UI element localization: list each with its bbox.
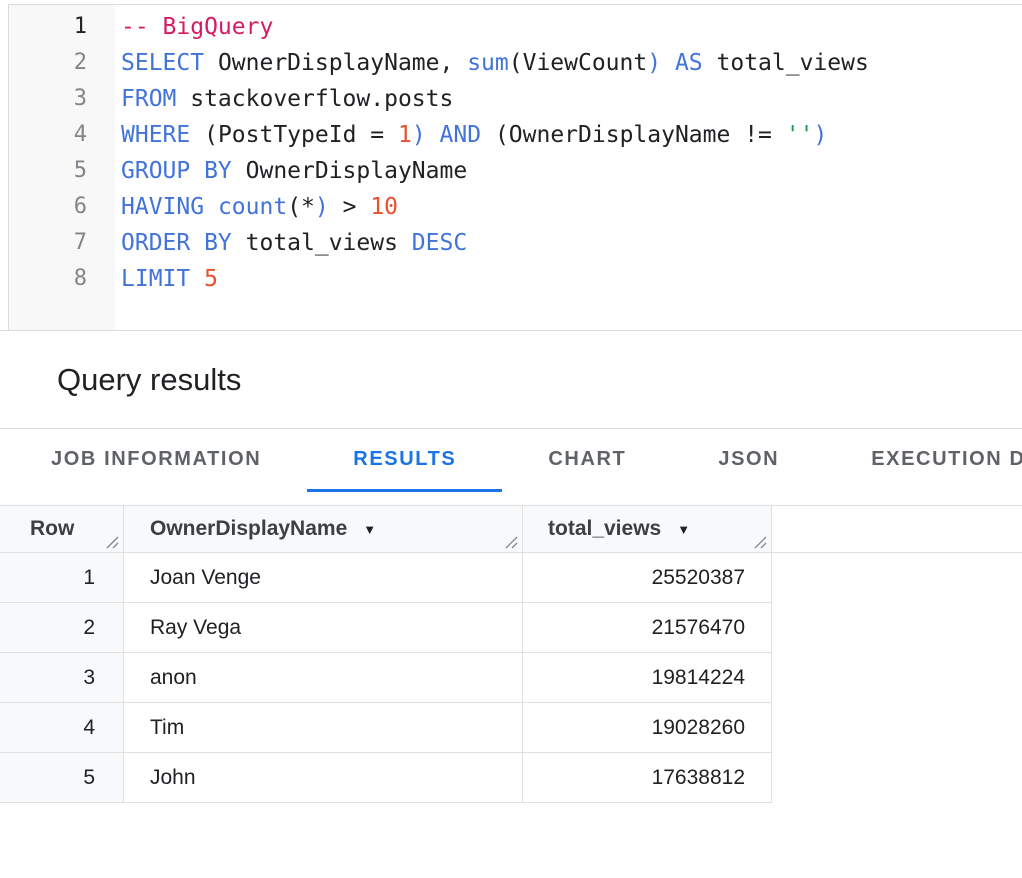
code-token-plain: (* bbox=[287, 194, 315, 220]
total-views-cell: 19028260 bbox=[523, 703, 772, 753]
code-token-plain: (PostTypeId = bbox=[190, 122, 398, 148]
column-resize-handle-icon[interactable] bbox=[754, 536, 767, 549]
column-header-label: OwnerDisplayName bbox=[150, 517, 347, 541]
total-views-cell: 19814224 bbox=[523, 653, 772, 703]
total-views-cell: 17638812 bbox=[523, 753, 772, 803]
code-token-kw: ) bbox=[315, 194, 329, 220]
code-token-num: 1 bbox=[398, 122, 412, 148]
line-number: 8 bbox=[9, 261, 115, 297]
code-line[interactable]: FROM stackoverflow.posts bbox=[121, 81, 869, 117]
code-token-plain: > bbox=[329, 194, 371, 220]
code-token-num: 5 bbox=[204, 266, 218, 292]
tab-results[interactable]: RESULTS bbox=[307, 429, 502, 492]
column-resize-handle-icon[interactable] bbox=[505, 536, 518, 549]
code-token-str: '' bbox=[786, 122, 814, 148]
code-area[interactable]: -- BigQuerySELECT OwnerDisplayName, sum(… bbox=[115, 5, 869, 330]
tab-chart[interactable]: CHART bbox=[502, 429, 672, 492]
code-token-plain: total_views bbox=[232, 230, 412, 256]
code-token-plain bbox=[426, 122, 440, 148]
code-token-kw: ) bbox=[647, 50, 661, 76]
row-number-cell: 3 bbox=[0, 653, 124, 703]
code-token-plain bbox=[204, 194, 218, 220]
row-number-cell: 4 bbox=[0, 703, 124, 753]
line-number-gutter: 12345678 bbox=[9, 5, 115, 330]
code-token-kw: ) bbox=[412, 122, 426, 148]
query-results-title: Query results bbox=[57, 362, 241, 398]
owner-display-name-cell: Ray Vega bbox=[124, 603, 523, 653]
code-token-kw: LIMIT bbox=[121, 266, 190, 292]
code-token-kw: count bbox=[218, 194, 287, 220]
code-token-plain bbox=[661, 50, 675, 76]
code-token-plain: OwnerDisplayName, bbox=[204, 50, 467, 76]
column-header-label: Row bbox=[30, 517, 74, 541]
results-tab-bar: JOB INFORMATIONRESULTSCHARTJSONEXECUTION… bbox=[0, 429, 1022, 492]
code-line[interactable]: SELECT OwnerDisplayName, sum(ViewCount) … bbox=[121, 45, 869, 81]
code-line[interactable]: HAVING count(*) > 10 bbox=[121, 189, 869, 225]
code-line[interactable]: LIMIT 5 bbox=[121, 261, 869, 297]
code-line[interactable]: -- BigQuery bbox=[121, 9, 869, 45]
line-number: 5 bbox=[9, 153, 115, 189]
line-number: 6 bbox=[9, 189, 115, 225]
filler-cell bbox=[772, 603, 1022, 653]
line-number: 3 bbox=[9, 81, 115, 117]
code-token-kw: WHERE bbox=[121, 122, 190, 148]
code-token-plain: total_views bbox=[703, 50, 869, 76]
column-header-total_views: total_views ▼ bbox=[523, 506, 772, 553]
code-line[interactable]: GROUP BY OwnerDisplayName bbox=[121, 153, 869, 189]
column-menu-icon[interactable]: ▼ bbox=[677, 522, 690, 537]
sql-editor[interactable]: 12345678 -- BigQuerySELECT OwnerDisplayN… bbox=[8, 4, 1022, 330]
code-token-num: 10 bbox=[370, 194, 398, 220]
code-token-plain bbox=[190, 266, 204, 292]
row-number-cell: 5 bbox=[0, 753, 124, 803]
code-token-plain: (OwnerDisplayName != bbox=[481, 122, 786, 148]
query-results-header: Query results bbox=[0, 331, 1022, 428]
filler-cell bbox=[772, 553, 1022, 603]
code-token-plain: stackoverflow.posts bbox=[176, 86, 453, 112]
results-table: Row OwnerDisplayName ▼ total_views ▼ 1Joan Ve… bbox=[0, 505, 1022, 803]
owner-display-name-cell: anon bbox=[124, 653, 523, 703]
owner-display-name-cell: Joan Venge bbox=[124, 553, 523, 603]
owner-display-name-cell: Tim bbox=[124, 703, 523, 753]
total-views-cell: 25520387 bbox=[523, 553, 772, 603]
code-line[interactable]: WHERE (PostTypeId = 1) AND (OwnerDisplay… bbox=[121, 117, 869, 153]
row-number-cell: 2 bbox=[0, 603, 124, 653]
code-token-kw: SELECT bbox=[121, 50, 204, 76]
code-token-kw: GROUP BY bbox=[121, 158, 232, 184]
code-token-kw: ) bbox=[813, 122, 827, 148]
code-token-plain: (ViewCount bbox=[509, 50, 647, 76]
column-header-filler bbox=[772, 506, 1022, 553]
line-number: 7 bbox=[9, 225, 115, 261]
filler-cell bbox=[772, 753, 1022, 803]
line-number: 2 bbox=[9, 45, 115, 81]
code-token-kw: DESC bbox=[412, 230, 467, 256]
tab-json[interactable]: JSON bbox=[672, 429, 825, 492]
code-token-kw: FROM bbox=[121, 86, 176, 112]
code-token-kw: HAVING bbox=[121, 194, 204, 220]
line-number: 4 bbox=[9, 117, 115, 153]
tab-job-information[interactable]: JOB INFORMATION bbox=[5, 429, 307, 492]
column-header-ownerdisplayname: OwnerDisplayName ▼ bbox=[124, 506, 523, 553]
code-line[interactable]: ORDER BY total_views DESC bbox=[121, 225, 869, 261]
total-views-cell: 21576470 bbox=[523, 603, 772, 653]
row-number-cell: 1 bbox=[0, 553, 124, 603]
code-token-plain: OwnerDisplayName bbox=[232, 158, 467, 184]
code-token-kw: AND bbox=[440, 122, 482, 148]
code-token-kw: AS bbox=[675, 50, 703, 76]
column-header-row: Row bbox=[0, 506, 124, 553]
filler-cell bbox=[772, 703, 1022, 753]
code-token-kw: sum bbox=[467, 50, 509, 76]
line-number: 1 bbox=[9, 9, 115, 45]
code-token-comment: -- BigQuery bbox=[121, 14, 273, 40]
filler-cell bbox=[772, 653, 1022, 703]
tab-execution-details[interactable]: EXECUTION DETAILS bbox=[825, 429, 1022, 492]
column-menu-icon[interactable]: ▼ bbox=[363, 522, 376, 537]
owner-display-name-cell: John bbox=[124, 753, 523, 803]
code-token-kw: ORDER BY bbox=[121, 230, 232, 256]
column-resize-handle-icon[interactable] bbox=[106, 536, 119, 549]
column-header-label: total_views bbox=[548, 517, 661, 541]
